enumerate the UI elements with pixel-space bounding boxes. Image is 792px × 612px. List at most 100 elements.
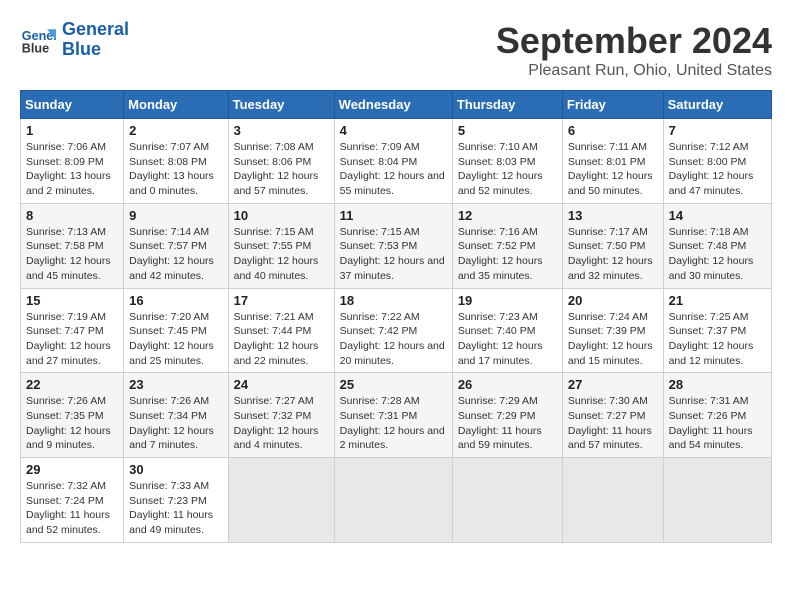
day-sun-info: Sunrise: 7:26 AMSunset: 7:34 PMDaylight:… (129, 394, 222, 453)
day-number: 7 (669, 123, 766, 138)
day-number: 6 (568, 123, 658, 138)
day-number: 12 (458, 208, 557, 223)
weekday-header-wednesday: Wednesday (334, 91, 452, 119)
day-sun-info: Sunrise: 7:12 AMSunset: 8:00 PMDaylight:… (669, 140, 766, 199)
day-sun-info: Sunrise: 7:25 AMSunset: 7:37 PMDaylight:… (669, 310, 766, 369)
day-sun-info: Sunrise: 7:15 AMSunset: 7:55 PMDaylight:… (234, 225, 329, 284)
day-sun-info: Sunrise: 7:19 AMSunset: 7:47 PMDaylight:… (26, 310, 118, 369)
day-sun-info: Sunrise: 7:32 AMSunset: 7:24 PMDaylight:… (26, 479, 118, 538)
calendar-week-1: 1 Sunrise: 7:06 AMSunset: 8:09 PMDaylight… (21, 119, 772, 204)
day-number: 15 (26, 293, 118, 308)
calendar-cell: 29Sunrise: 7:32 AMSunset: 7:24 PMDayligh… (21, 458, 124, 543)
day-sun-info: Sunrise: 7:14 AMSunset: 7:57 PMDaylight:… (129, 225, 222, 284)
calendar-week-4: 22 Sunrise: 7:26 AMSunset: 7:35 PMDayligh… (21, 373, 772, 458)
day-number: 10 (234, 208, 329, 223)
day-number: 19 (458, 293, 557, 308)
day-sun-info: Sunrise: 7:31 AMSunset: 7:26 PMDaylight:… (669, 394, 766, 453)
calendar-cell (334, 458, 452, 543)
svg-text:Blue: Blue (22, 41, 49, 55)
calendar-cell: 5 Sunrise: 7:10 AMSunset: 8:03 PMDaylight… (452, 119, 562, 204)
calendar-week-2: 8Sunrise: 7:13 AMSunset: 7:58 PMDaylight… (21, 203, 772, 288)
calendar-cell: 12 Sunrise: 7:16 AMSunset: 7:52 PMDayligh… (452, 203, 562, 288)
calendar-cell: 23 Sunrise: 7:26 AMSunset: 7:34 PMDayligh… (124, 373, 228, 458)
title-area: September 2024 Pleasant Run, Ohio, Unite… (496, 20, 772, 80)
calendar-cell: 22 Sunrise: 7:26 AMSunset: 7:35 PMDayligh… (21, 373, 124, 458)
day-sun-info: Sunrise: 7:24 AMSunset: 7:39 PMDaylight:… (568, 310, 658, 369)
day-sun-info: Sunrise: 7:21 AMSunset: 7:44 PMDaylight:… (234, 310, 329, 369)
logo-icon: General Blue (20, 22, 56, 58)
calendar-cell: 1 Sunrise: 7:06 AMSunset: 8:09 PMDaylight… (21, 119, 124, 204)
calendar-cell: 21 Sunrise: 7:25 AMSunset: 7:37 PMDayligh… (663, 288, 771, 373)
day-sun-info: Sunrise: 7:06 AMSunset: 8:09 PMDaylight:… (26, 140, 118, 199)
day-number: 30 (129, 462, 222, 477)
calendar-cell: 11 Sunrise: 7:15 AMSunset: 7:53 PMDayligh… (334, 203, 452, 288)
day-sun-info: Sunrise: 7:23 AMSunset: 7:40 PMDaylight:… (458, 310, 557, 369)
main-title: September 2024 (496, 20, 772, 62)
day-number: 27 (568, 377, 658, 392)
day-number: 11 (340, 208, 447, 223)
calendar-week-5: 29Sunrise: 7:32 AMSunset: 7:24 PMDayligh… (21, 458, 772, 543)
calendar-cell: 19 Sunrise: 7:23 AMSunset: 7:40 PMDayligh… (452, 288, 562, 373)
calendar-cell: 27 Sunrise: 7:30 AMSunset: 7:27 PMDayligh… (562, 373, 663, 458)
day-number: 3 (234, 123, 329, 138)
calendar-cell: 24 Sunrise: 7:27 AMSunset: 7:32 PMDayligh… (228, 373, 334, 458)
day-number: 21 (669, 293, 766, 308)
calendar-cell: 6Sunrise: 7:11 AMSunset: 8:01 PMDaylight… (562, 119, 663, 204)
day-number: 20 (568, 293, 658, 308)
day-sun-info: Sunrise: 7:26 AMSunset: 7:35 PMDaylight:… (26, 394, 118, 453)
calendar-cell (452, 458, 562, 543)
day-sun-info: Sunrise: 7:27 AMSunset: 7:32 PMDaylight:… (234, 394, 329, 453)
day-number: 22 (26, 377, 118, 392)
calendar-cell (663, 458, 771, 543)
calendar-week-3: 15 Sunrise: 7:19 AMSunset: 7:47 PMDayligh… (21, 288, 772, 373)
day-number: 5 (458, 123, 557, 138)
calendar-cell: 18 Sunrise: 7:22 AMSunset: 7:42 PMDayligh… (334, 288, 452, 373)
day-number: 8 (26, 208, 118, 223)
calendar-cell: 14Sunrise: 7:18 AMSunset: 7:48 PMDayligh… (663, 203, 771, 288)
day-number: 18 (340, 293, 447, 308)
day-sun-info: Sunrise: 7:17 AMSunset: 7:50 PMDaylight:… (568, 225, 658, 284)
day-number: 4 (340, 123, 447, 138)
day-sun-info: Sunrise: 7:08 AMSunset: 8:06 PMDaylight:… (234, 140, 329, 199)
calendar-cell: 10 Sunrise: 7:15 AMSunset: 7:55 PMDayligh… (228, 203, 334, 288)
logo-text: General Blue (62, 20, 129, 60)
calendar-cell (228, 458, 334, 543)
calendar-cell: 7 Sunrise: 7:12 AMSunset: 8:00 PMDaylight… (663, 119, 771, 204)
day-sun-info: Sunrise: 7:33 AMSunset: 7:23 PMDaylight:… (129, 479, 222, 538)
weekday-header-tuesday: Tuesday (228, 91, 334, 119)
weekday-header-sunday: Sunday (21, 91, 124, 119)
day-number: 1 (26, 123, 118, 138)
calendar-cell: 8Sunrise: 7:13 AMSunset: 7:58 PMDaylight… (21, 203, 124, 288)
calendar-cell: 2 Sunrise: 7:07 AMSunset: 8:08 PMDaylight… (124, 119, 228, 204)
calendar-cell: 16 Sunrise: 7:20 AMSunset: 7:45 PMDayligh… (124, 288, 228, 373)
day-sun-info: Sunrise: 7:15 AMSunset: 7:53 PMDaylight:… (340, 225, 447, 284)
day-sun-info: Sunrise: 7:20 AMSunset: 7:45 PMDaylight:… (129, 310, 222, 369)
day-number: 16 (129, 293, 222, 308)
day-sun-info: Sunrise: 7:07 AMSunset: 8:08 PMDaylight:… (129, 140, 222, 199)
calendar-cell: 30 Sunrise: 7:33 AMSunset: 7:23 PMDayligh… (124, 458, 228, 543)
weekday-header-saturday: Saturday (663, 91, 771, 119)
day-sun-info: Sunrise: 7:22 AMSunset: 7:42 PMDaylight:… (340, 310, 447, 369)
day-number: 24 (234, 377, 329, 392)
day-number: 2 (129, 123, 222, 138)
weekday-header-thursday: Thursday (452, 91, 562, 119)
weekday-header-monday: Monday (124, 91, 228, 119)
day-sun-info: Sunrise: 7:30 AMSunset: 7:27 PMDaylight:… (568, 394, 658, 453)
calendar-cell: 20 Sunrise: 7:24 AMSunset: 7:39 PMDayligh… (562, 288, 663, 373)
calendar-cell: 3 Sunrise: 7:08 AMSunset: 8:06 PMDaylight… (228, 119, 334, 204)
day-number: 9 (129, 208, 222, 223)
calendar-cell: 17 Sunrise: 7:21 AMSunset: 7:44 PMDayligh… (228, 288, 334, 373)
day-number: 26 (458, 377, 557, 392)
day-sun-info: Sunrise: 7:29 AMSunset: 7:29 PMDaylight:… (458, 394, 557, 453)
day-number: 23 (129, 377, 222, 392)
day-sun-info: Sunrise: 7:10 AMSunset: 8:03 PMDaylight:… (458, 140, 557, 199)
day-number: 25 (340, 377, 447, 392)
calendar-cell (562, 458, 663, 543)
day-number: 14 (669, 208, 766, 223)
day-number: 13 (568, 208, 658, 223)
page-header: General Blue General Blue September 2024… (20, 20, 772, 80)
calendar-cell: 25Sunrise: 7:28 AMSunset: 7:31 PMDayligh… (334, 373, 452, 458)
day-number: 17 (234, 293, 329, 308)
day-sun-info: Sunrise: 7:16 AMSunset: 7:52 PMDaylight:… (458, 225, 557, 284)
weekday-header-friday: Friday (562, 91, 663, 119)
